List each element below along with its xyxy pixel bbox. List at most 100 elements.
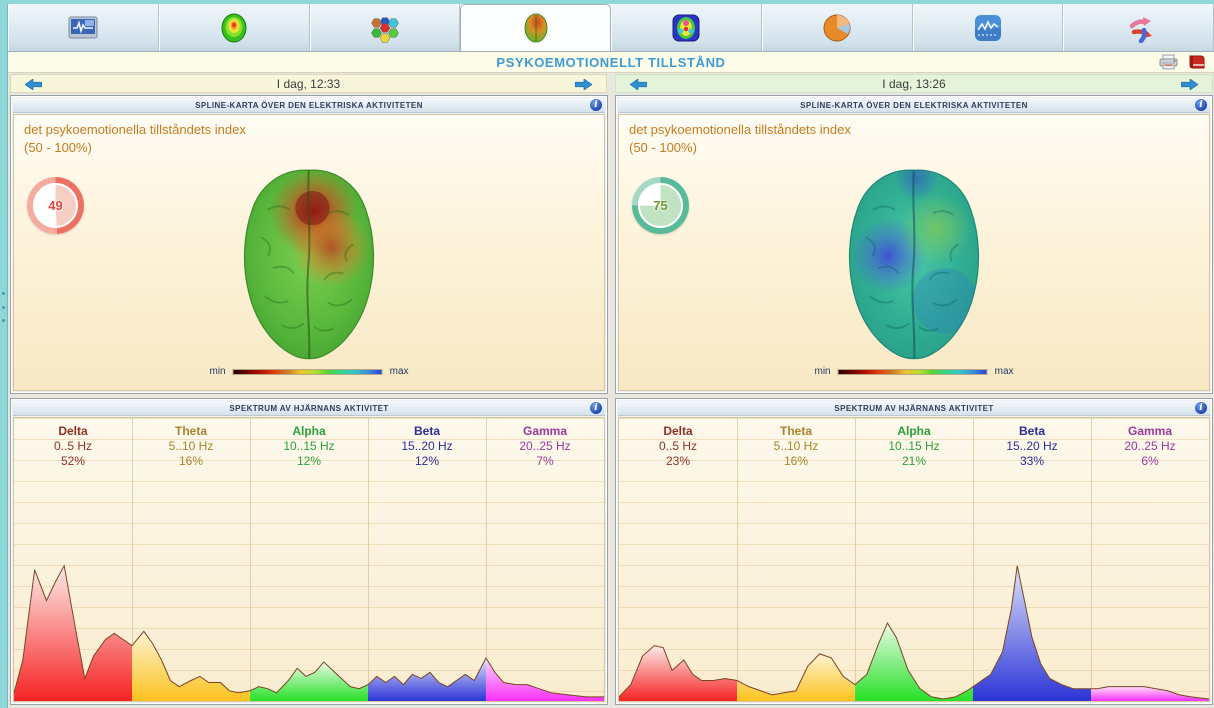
- band-header-row: Delta0..5 Hz52% Theta5..10 Hz16% Alpha10…: [14, 418, 604, 469]
- topography-icon: [221, 13, 247, 43]
- band-percent: 16%: [737, 454, 855, 469]
- band-name: Alpha: [855, 424, 973, 439]
- band-range: 20..25 Hz: [1091, 439, 1209, 454]
- prev-record-arrow-icon[interactable]: [630, 79, 647, 90]
- info-icon[interactable]: i: [1195, 402, 1207, 414]
- info-icon[interactable]: i: [1195, 99, 1207, 111]
- info-icon[interactable]: i: [590, 402, 602, 414]
- panel-header: SPEKTRUM AV HJÄRNANS AKTIVITET i: [618, 401, 1210, 416]
- tab-topography[interactable]: [159, 4, 310, 51]
- app-window: PSYKOEMOTIONELLT TILLSTÅND I dag, 12:33 …: [0, 0, 1214, 708]
- index-gauge-value: 49: [48, 198, 62, 213]
- color-scale: min max: [814, 366, 1013, 377]
- band-name: Delta: [619, 424, 737, 439]
- main-toolbar: [8, 4, 1214, 52]
- spline-map-body: det psykoemotionella tillståndets index …: [618, 114, 1210, 391]
- band-header-row: Delta0..5 Hz23% Theta5..10 Hz16% Alpha10…: [619, 418, 1209, 469]
- band-range: 10..15 Hz: [250, 439, 368, 454]
- band-percent: 12%: [368, 454, 486, 469]
- tab-meridians[interactable]: [1063, 4, 1214, 51]
- splitter-handle-icon: [2, 292, 6, 322]
- band-range: 5..10 Hz: [132, 439, 250, 454]
- index-label: det psykoemotionella tillståndets index: [24, 122, 246, 137]
- band-percent: 33%: [973, 454, 1091, 469]
- band-range: 15..20 Hz: [973, 439, 1091, 454]
- band-range: 15..20 Hz: [368, 439, 486, 454]
- tab-oscilloscope[interactable]: [8, 4, 159, 51]
- band-percent: 12%: [250, 454, 368, 469]
- band-percent: 16%: [132, 454, 250, 469]
- band-percent: 21%: [855, 454, 973, 469]
- band-range: 5..10 Hz: [737, 439, 855, 454]
- index-range: (50 - 100%): [24, 140, 92, 155]
- index-label: det psykoemotionella tillståndets index: [629, 122, 851, 137]
- brain-map-image: [223, 165, 395, 368]
- statistics-icon: [974, 14, 1002, 42]
- tab-statistics[interactable]: [913, 4, 1064, 51]
- band-range: 0..5 Hz: [14, 439, 132, 454]
- info-icon[interactable]: i: [590, 99, 602, 111]
- band-name: Beta: [368, 424, 486, 439]
- oscilloscope-icon: [68, 15, 98, 41]
- tab-hexagon-matrix[interactable]: [310, 4, 461, 51]
- tab-energy-matrix[interactable]: [611, 4, 762, 51]
- spline-map-panel-left: SPLINE-KARTA ÖVER DEN ELEKTRISKA AKTIVIT…: [10, 95, 608, 394]
- nav-bar-right: I dag, 13:26: [615, 74, 1213, 93]
- band-name: Theta: [737, 424, 855, 439]
- spectrum-area-chart: [14, 496, 604, 701]
- panel-header-title: SPLINE-KARTA ÖVER DEN ELEKTRISKA AKTIVIT…: [800, 101, 1028, 110]
- nav-bar-left: I dag, 12:33: [10, 74, 607, 93]
- book-icon[interactable]: [1188, 54, 1206, 70]
- scale-max-label: max: [995, 366, 1014, 377]
- index-gauge-value: 75: [653, 198, 667, 213]
- title-bar: PSYKOEMOTIONELLT TILLSTÅND: [8, 52, 1214, 73]
- panel-header-title: SPEKTRUM AV HJÄRNANS AKTIVITET: [834, 404, 993, 413]
- band-name: Beta: [973, 424, 1091, 439]
- tab-pie-chart[interactable]: [762, 4, 913, 51]
- index-gauge: 75: [632, 177, 689, 234]
- hexagon-matrix-icon: [370, 13, 400, 43]
- panel-header: SPEKTRUM AV HJÄRNANS AKTIVITET i: [13, 401, 605, 416]
- spectrum-panel-left: SPEKTRUM AV HJÄRNANS AKTIVITET i Delta0.…: [10, 398, 608, 705]
- band-percent: 7%: [486, 454, 604, 469]
- meridian-arrows-icon: [1124, 13, 1154, 43]
- band-percent: 52%: [14, 454, 132, 469]
- band-percent: 23%: [619, 454, 737, 469]
- band-range: 0..5 Hz: [619, 439, 737, 454]
- band-range: 20..25 Hz: [486, 439, 604, 454]
- band-name: Alpha: [250, 424, 368, 439]
- spectrum-body: Delta0..5 Hz52% Theta5..10 Hz16% Alpha10…: [13, 417, 605, 702]
- scale-max-label: max: [390, 366, 409, 377]
- panel-header-title: SPEKTRUM AV HJÄRNANS AKTIVITET: [229, 404, 388, 413]
- prev-record-arrow-icon[interactable]: [25, 79, 42, 90]
- tab-brain-map-active[interactable]: [460, 4, 611, 51]
- printer-icon[interactable]: [1159, 54, 1178, 70]
- next-record-arrow-icon[interactable]: [1181, 79, 1198, 90]
- band-name: Gamma: [486, 424, 604, 439]
- band-name: Gamma: [1091, 424, 1209, 439]
- pie-chart-icon: [822, 13, 852, 43]
- energy-matrix-icon: [672, 14, 700, 42]
- panel-header: SPLINE-KARTA ÖVER DEN ELEKTRISKA AKTIVIT…: [13, 98, 605, 113]
- spline-map-body: det psykoemotionella tillståndets index …: [13, 114, 605, 391]
- index-gauge: 49: [27, 177, 84, 234]
- color-scale: min max: [209, 366, 408, 377]
- panel-header-title: SPLINE-KARTA ÖVER DEN ELEKTRISKA AKTIVIT…: [195, 101, 423, 110]
- index-range: (50 - 100%): [629, 140, 697, 155]
- color-scale-bar: [838, 369, 988, 375]
- brain-map-icon: [524, 13, 548, 43]
- brain-map-image: [828, 165, 1000, 368]
- spectrum-body: Delta0..5 Hz23% Theta5..10 Hz16% Alpha10…: [618, 417, 1210, 702]
- band-range: 10..15 Hz: [855, 439, 973, 454]
- spectrum-panel-right: SPEKTRUM AV HJÄRNANS AKTIVITET i Delta0.…: [615, 398, 1213, 705]
- left-splitter[interactable]: [0, 4, 8, 708]
- next-record-arrow-icon[interactable]: [575, 79, 592, 90]
- scale-min-label: min: [209, 366, 225, 377]
- spectrum-area-chart: [619, 496, 1209, 701]
- record-date-left: I dag, 12:33: [11, 77, 606, 91]
- panel-header: SPLINE-KARTA ÖVER DEN ELEKTRISKA AKTIVIT…: [618, 98, 1210, 113]
- color-scale-bar: [233, 369, 383, 375]
- scale-min-label: min: [814, 366, 830, 377]
- spline-map-panel-right: SPLINE-KARTA ÖVER DEN ELEKTRISKA AKTIVIT…: [615, 95, 1213, 394]
- band-name: Delta: [14, 424, 132, 439]
